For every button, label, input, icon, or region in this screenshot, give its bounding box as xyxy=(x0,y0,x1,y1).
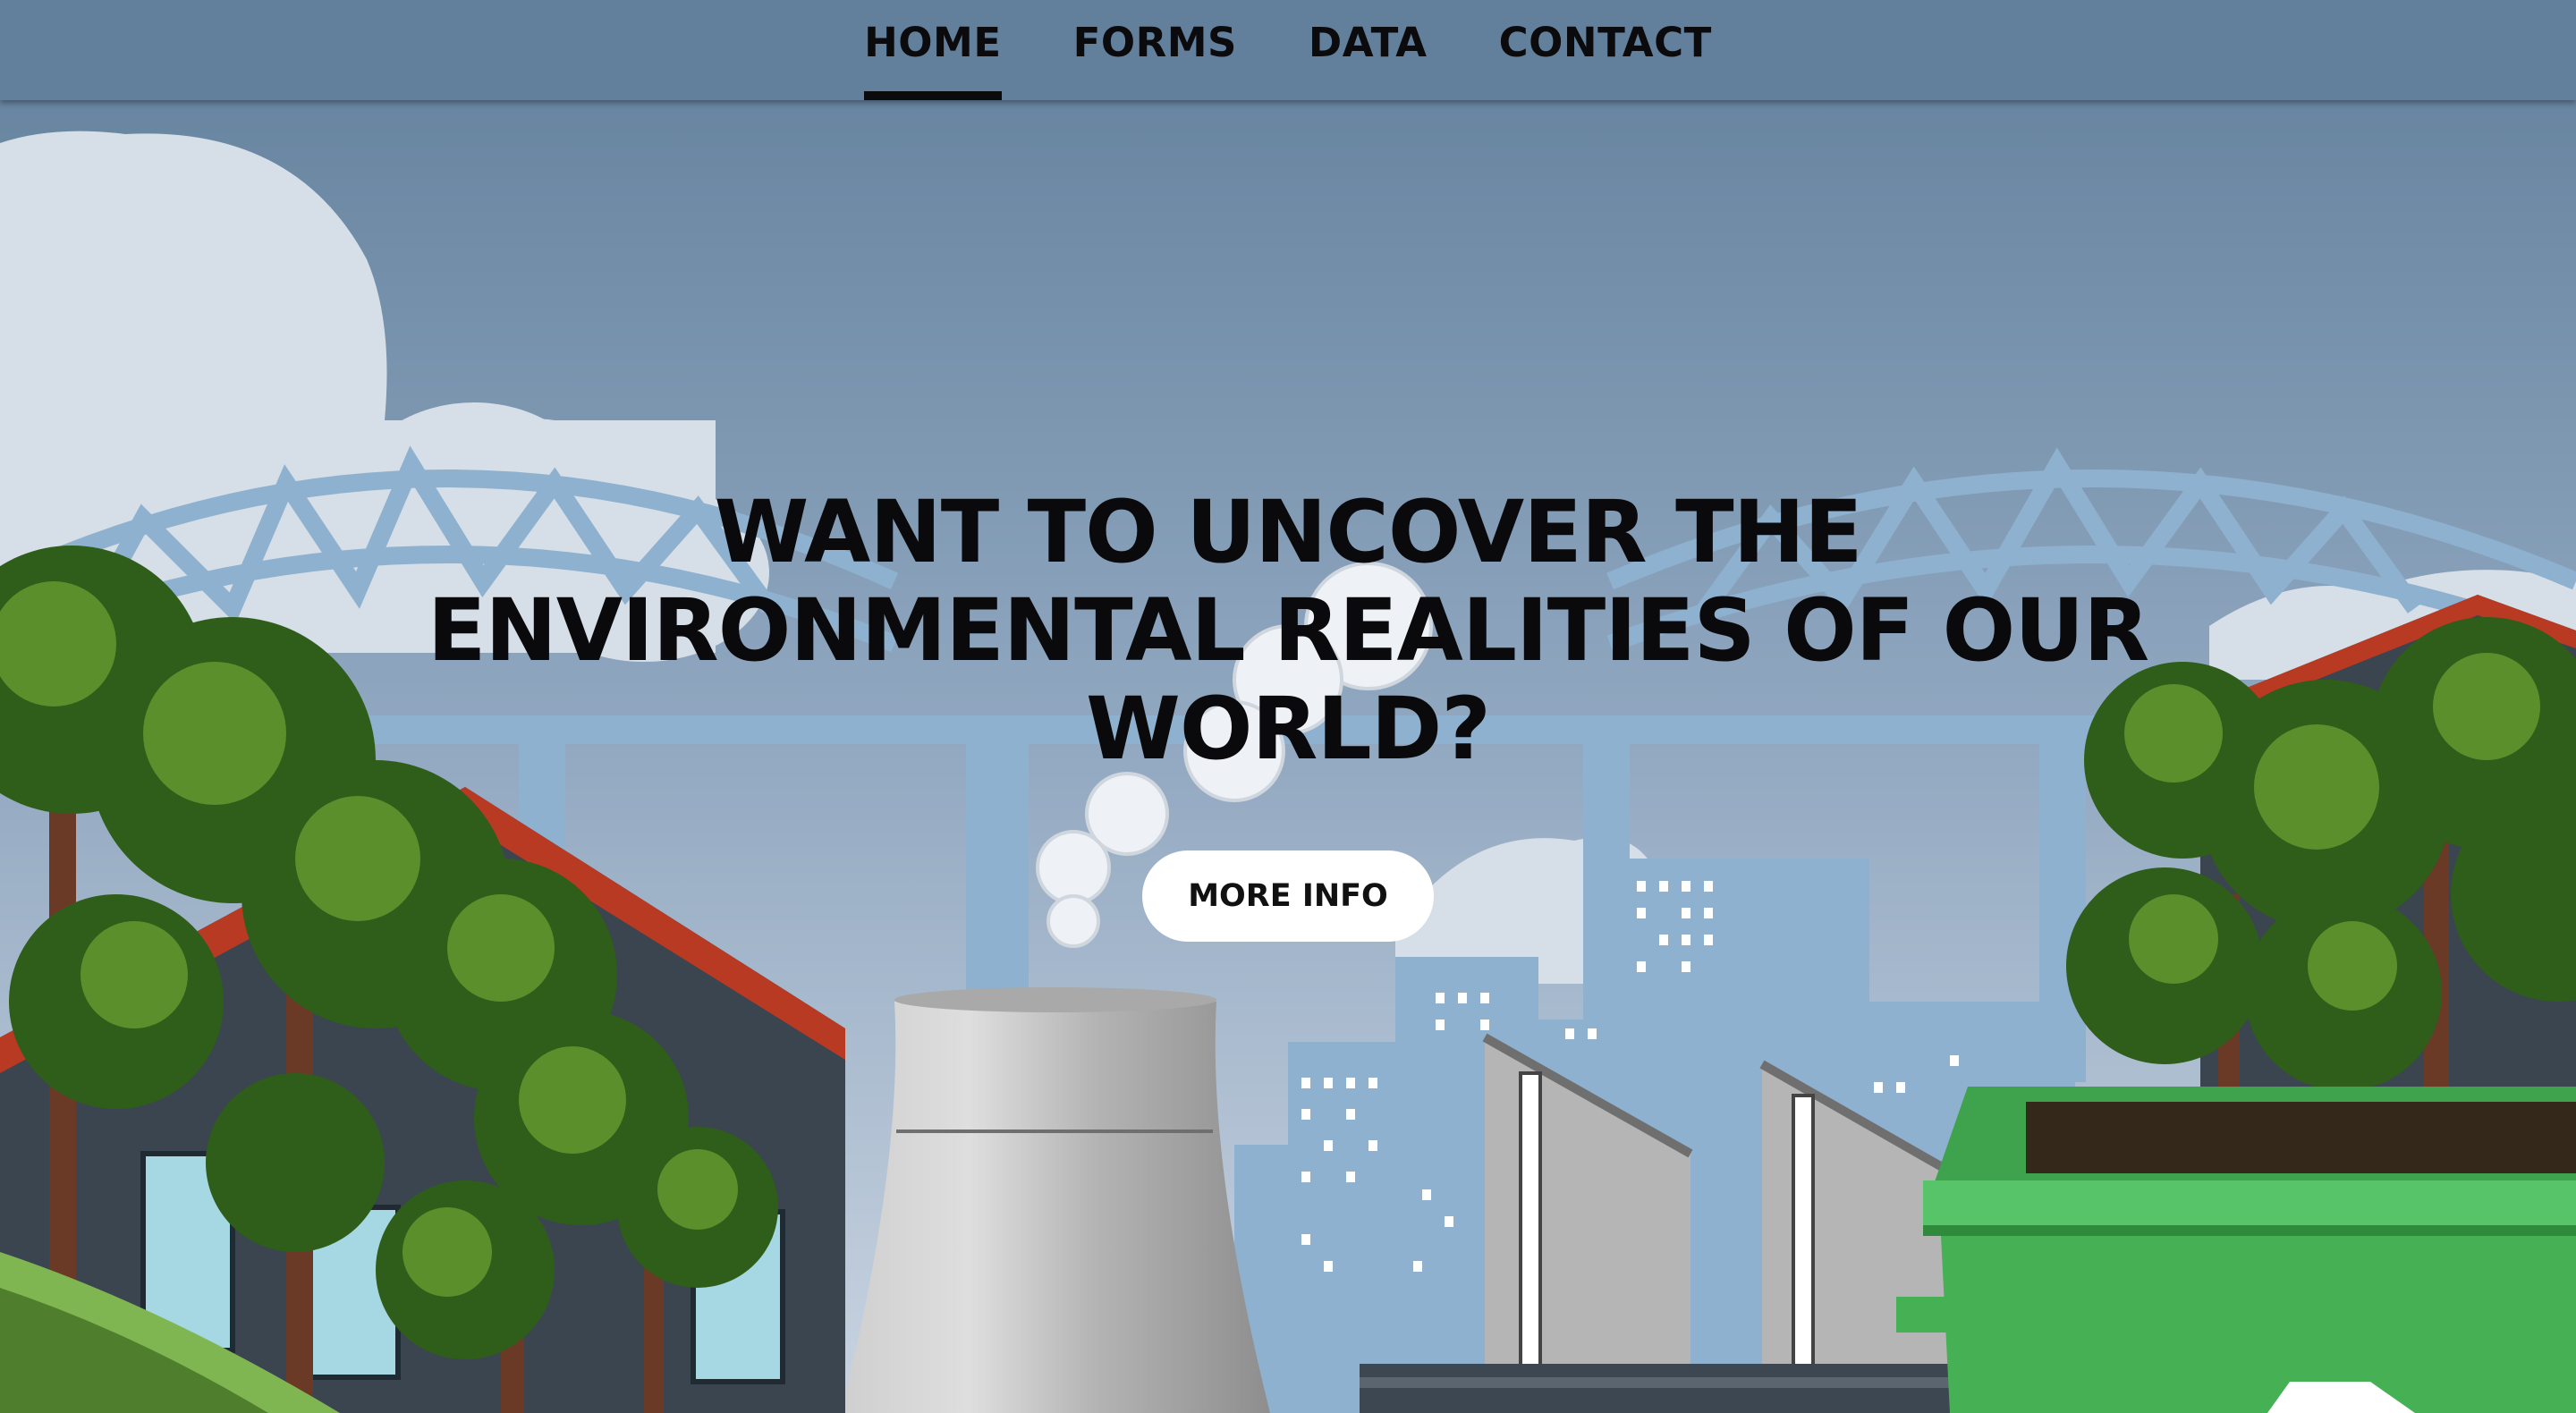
top-navbar: HOME FORMS DATA CONTACT xyxy=(0,0,2576,100)
hero-title-line-2: ENVIRONMENTAL REALITIES OF OUR xyxy=(427,580,2149,681)
hero-title-line-3: WORLD? xyxy=(1086,679,1491,779)
recycling-bin xyxy=(1896,1087,2576,1413)
cooling-tower xyxy=(841,987,1270,1413)
nav-item-forms[interactable]: FORMS xyxy=(1073,0,1237,100)
hero-title-line-1: WANT TO UNCOVER THE xyxy=(714,482,1862,582)
nav-item-contact[interactable]: CONTACT xyxy=(1499,0,1712,100)
nav-menu: HOME FORMS DATA CONTACT xyxy=(864,0,1712,100)
more-info-button[interactable]: MORE INFO xyxy=(1142,850,1434,942)
nav-item-home[interactable]: HOME xyxy=(864,0,1002,100)
hero-title: WANT TO UNCOVER THE ENVIRONMENTAL REALIT… xyxy=(394,483,2182,778)
nav-item-data[interactable]: DATA xyxy=(1309,0,1428,100)
